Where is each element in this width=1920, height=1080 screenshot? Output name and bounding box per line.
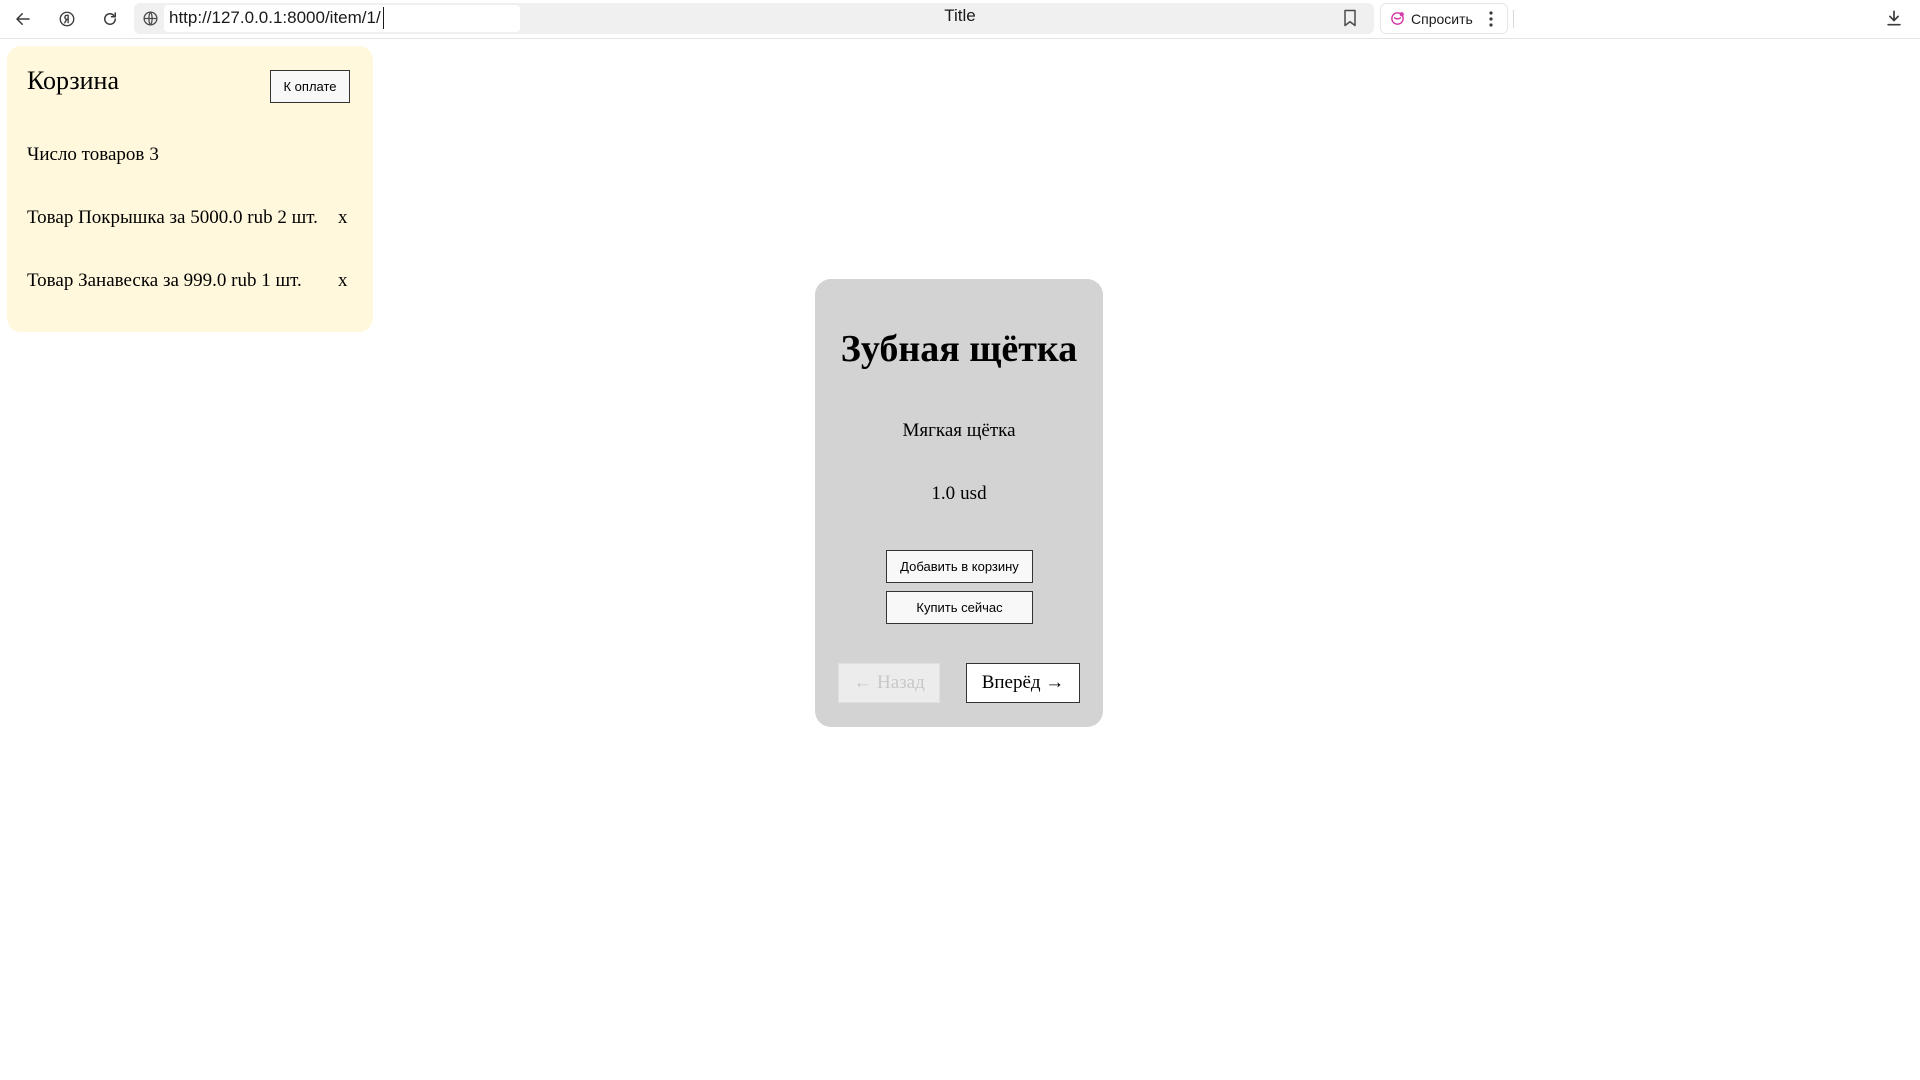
remove-item-button[interactable]: x (338, 207, 348, 229)
product-price: 1.0 usd (815, 483, 1103, 505)
reload-button[interactable] (95, 4, 125, 34)
checkout-button[interactable]: К оплате (270, 70, 350, 103)
reload-icon (104, 12, 116, 25)
arrow-left-icon (16, 13, 30, 25)
cart-panel: Корзина К оплате Число товаров 3 Товар По… (7, 46, 373, 332)
product-description: Мягкая щётка (902, 420, 1016, 441)
ask-label: Спросить (1411, 10, 1473, 27)
ask-button[interactable]: Спросить (1380, 3, 1508, 34)
kebab-menu-icon[interactable] (1483, 10, 1499, 28)
price-currency: usd (960, 483, 987, 504)
cart-title: Корзина (27, 66, 120, 95)
cart-item: Товар Покрышка за 5000.0 rub 2 шт. (27, 207, 318, 228)
buy-now-button[interactable]: Купить сейчас (886, 591, 1033, 624)
bookmark-icon[interactable] (1340, 8, 1360, 28)
address-bar[interactable]: http://127.0.0.1:8000/item/1/ (134, 3, 1374, 34)
add-to-cart-button[interactable]: Добавить в корзину (886, 550, 1033, 583)
cart-item-count: Число товаров 3 (27, 144, 159, 166)
price-value: 1.0 (931, 483, 956, 504)
yandex-icon (59, 11, 75, 27)
remove-item-button[interactable]: x (338, 270, 348, 292)
next-item-button[interactable]: Вперёд → (966, 663, 1080, 703)
product-card: Зубная щётка Мягкая щётка 1.0 usd Добавит… (815, 279, 1103, 727)
back-button[interactable] (8, 4, 38, 34)
yandex-button[interactable] (52, 4, 82, 34)
url-text[interactable]: http://127.0.0.1:8000/item/1/ (167, 7, 384, 29)
download-icon[interactable] (1884, 8, 1904, 28)
cart-count-value: 3 (149, 144, 159, 165)
browser-toolbar: http://127.0.0.1:8000/item/1/ Title Спро… (0, 0, 1920, 39)
cart-count-label: Число товаров (27, 144, 145, 165)
cart-item: Товар Занавеска за 999.0 rub 1 шт. (27, 270, 302, 291)
toolbar-divider (1513, 10, 1514, 28)
product-name: Зубная щётка (840, 328, 1078, 370)
globe-icon[interactable] (142, 10, 159, 27)
previous-item-button: ← Назад (838, 663, 940, 703)
alice-icon (1391, 12, 1404, 25)
